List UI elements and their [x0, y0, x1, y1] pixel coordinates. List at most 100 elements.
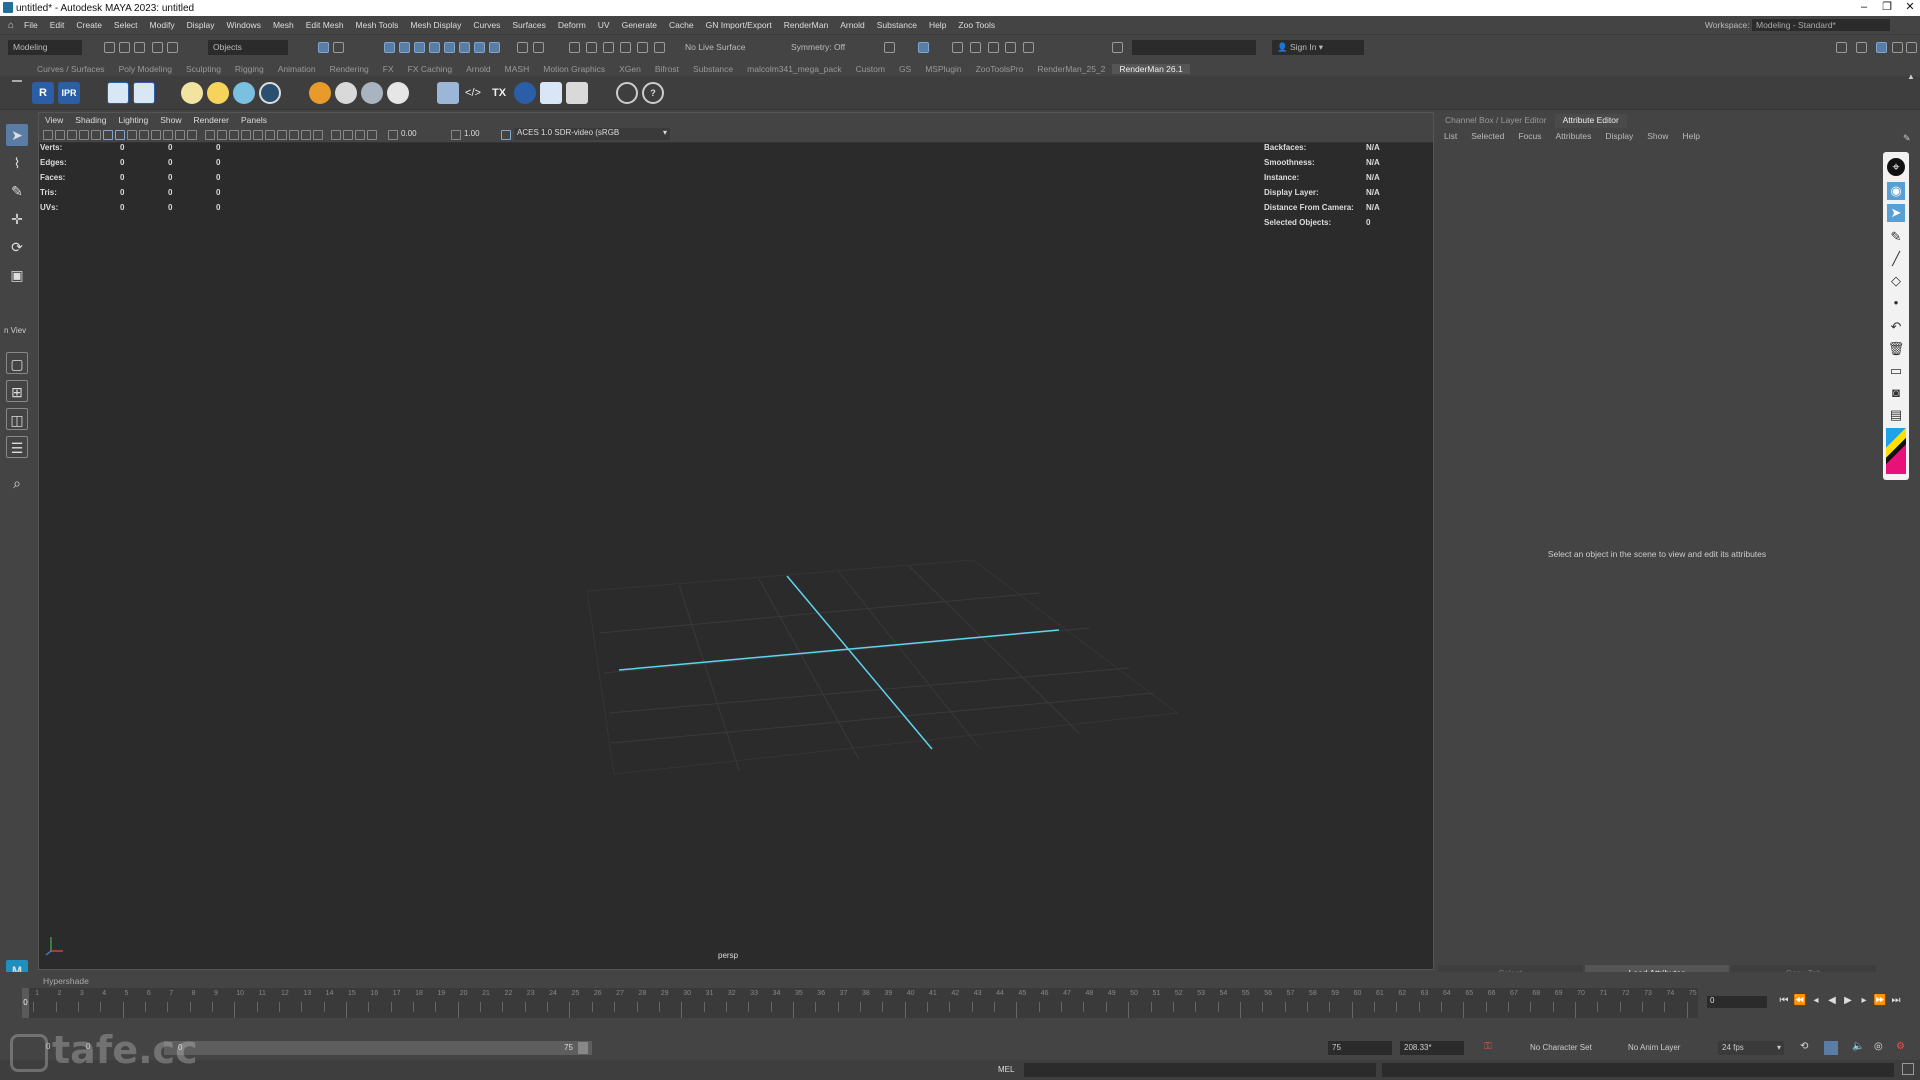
menu-renderman[interactable]: RenderMan	[778, 20, 834, 30]
menu-create[interactable]: Create	[70, 20, 108, 30]
select-tool-icon[interactable]: ➤	[6, 124, 28, 146]
pattern-icon[interactable]	[361, 82, 383, 104]
shelf-tab-animation[interactable]: Animation	[271, 64, 323, 74]
four-view-layout-icon[interactable]: ⊞	[6, 380, 28, 402]
dome-light-icon[interactable]	[181, 82, 203, 104]
shelf-tab-substance[interactable]: Substance	[686, 64, 740, 74]
two-view-layout-icon[interactable]: ◫	[6, 408, 28, 430]
snap-vertex-icon[interactable]	[489, 42, 500, 53]
snap-point-icon[interactable]	[414, 42, 425, 53]
menu-mesh-tools[interactable]: Mesh Tools	[350, 20, 405, 30]
end-time-field[interactable]: 75	[1328, 1041, 1392, 1055]
menu-edit-mesh[interactable]: Edit Mesh	[300, 20, 350, 30]
menu-edit[interactable]: Edit	[44, 20, 71, 30]
moon-icon[interactable]	[514, 82, 536, 104]
cursor-icon[interactable]: ➤	[1887, 204, 1905, 222]
single-perspective-layout-icon[interactable]: ▢	[6, 352, 28, 374]
command-input[interactable]	[1024, 1063, 1376, 1077]
render-settings-shelf-icon[interactable]	[133, 82, 155, 104]
menu-uv[interactable]: UV	[592, 20, 616, 30]
light-filter-icon[interactable]	[309, 82, 331, 104]
shelf-tab-mash[interactable]: MASH	[498, 64, 537, 74]
volume-aggregate-icon[interactable]	[437, 82, 459, 104]
menu-gn-import-export[interactable]: GN Import/Export	[700, 20, 778, 30]
go-to-end-icon[interactable]: ⏭	[1888, 995, 1904, 1006]
render-sequence-icon[interactable]	[970, 42, 981, 53]
sound-icon[interactable]: 🔈	[1852, 1041, 1864, 1052]
magnet-icon[interactable]	[620, 42, 631, 53]
input-icon[interactable]	[586, 42, 597, 53]
shelf-tab-malcolm-mega-pack[interactable]: malcolm341_mega_pack	[740, 64, 849, 74]
snap-grid-icon[interactable]	[384, 42, 395, 53]
step-forward-frame-icon[interactable]: ▸	[1856, 995, 1872, 1006]
shelf-tab-fx-caching[interactable]: FX Caching	[401, 64, 459, 74]
character-set-dropdown[interactable]: No Character Set	[1530, 1043, 1592, 1052]
outliner-layout-icon[interactable]: ☰	[6, 436, 28, 458]
renderman-render-icon[interactable]: R	[32, 82, 54, 104]
pin-icon[interactable]: ✎	[1903, 133, 1911, 144]
render-preview-icon[interactable]	[107, 82, 129, 104]
monitor-icon[interactable]: ▭	[1887, 362, 1905, 380]
current-frame-marker[interactable]: 0	[22, 988, 29, 1018]
render-settings-icon[interactable]	[988, 42, 999, 53]
line-icon[interactable]: ╱	[1887, 250, 1905, 268]
live-surface-field[interactable]: No Live Surface	[680, 40, 758, 55]
shelf-tab-fx[interactable]: FX	[376, 64, 401, 74]
marker-pin-icon[interactable]: ⌖	[1887, 158, 1905, 176]
symmetry-dropdown[interactable]: Symmetry: Off	[786, 40, 856, 55]
objects-dropdown[interactable]: Objects	[208, 40, 288, 55]
auto-key-icon[interactable]: ⚿	[1484, 1041, 1492, 1052]
select-object-icon[interactable]	[333, 42, 344, 53]
ae-menu-display[interactable]: Display	[1598, 130, 1640, 144]
mode-dropdown[interactable]: Modeling	[8, 40, 82, 55]
loop-icon[interactable]: ⟲	[1800, 1041, 1808, 1052]
shelf-tab-sculpting[interactable]: Sculpting	[179, 64, 228, 74]
fps-dropdown[interactable]: 24 fps ▾	[1718, 1041, 1784, 1055]
new-scene-icon[interactable]	[104, 42, 115, 53]
undo-strip-icon[interactable]: ↶	[1887, 318, 1905, 336]
eraser-icon[interactable]: ◇	[1887, 272, 1905, 290]
ae-menu-selected[interactable]: Selected	[1464, 130, 1511, 144]
snap-curve-icon[interactable]	[399, 42, 410, 53]
minimize-button[interactable]: –	[1852, 0, 1876, 16]
viewport-panel[interactable]: View Shading Lighting Show Renderer Pane…	[38, 112, 1434, 970]
script-icon[interactable]: </>	[462, 82, 484, 104]
lasso-tool-icon[interactable]: ⌇	[6, 152, 28, 174]
close-button[interactable]: ✕	[1898, 0, 1920, 16]
shelf-tab-bifrost[interactable]: Bifrost	[648, 64, 686, 74]
pause-icon[interactable]	[1023, 42, 1034, 53]
play-forwards-icon[interactable]: ▶	[1840, 995, 1856, 1006]
stats-icon[interactable]	[540, 82, 562, 104]
menu-file[interactable]: File	[18, 20, 44, 30]
home-icon[interactable]: ⌂	[0, 20, 18, 31]
workspace-dropdown[interactable]: Modeling - Standard*	[1752, 19, 1890, 31]
ae-menu-attributes[interactable]: Attributes	[1548, 130, 1598, 144]
shelf-tab-rendering[interactable]: Rendering	[323, 64, 376, 74]
area-light-icon[interactable]	[233, 82, 255, 104]
sun-light-icon[interactable]	[207, 82, 229, 104]
displacement-icon[interactable]	[387, 82, 409, 104]
construction-history-icon[interactable]	[569, 42, 580, 53]
shelf-tab-custom[interactable]: Custom	[849, 64, 892, 74]
panel-scroll-up-icon[interactable]: ▲	[1907, 72, 1915, 81]
channel-box-icon[interactable]	[1892, 42, 1903, 53]
shelf-tab-renderman-26[interactable]: RenderMan 26.1	[1112, 64, 1190, 74]
menu-deform[interactable]: Deform	[552, 20, 592, 30]
menu-windows[interactable]: Windows	[220, 20, 266, 30]
zoom-field[interactable]: 208.33*	[1400, 1041, 1464, 1055]
snap-surface-icon[interactable]	[444, 42, 455, 53]
lock-icon[interactable]	[517, 42, 528, 53]
menu-mesh[interactable]: Mesh	[267, 20, 300, 30]
snap-view-icon[interactable]	[429, 42, 440, 53]
search-icon[interactable]: ⌕	[6, 472, 28, 494]
menu-help[interactable]: Help	[923, 20, 952, 30]
camera-icon[interactable]: ◙	[1887, 384, 1905, 402]
preferences-icon[interactable]	[616, 82, 638, 104]
cache-playback-icon[interactable]: ◎	[1874, 1041, 1883, 1052]
sign-in-button[interactable]: 👤 Sign In ▾	[1272, 40, 1364, 55]
step-back-frame-icon[interactable]: ◂	[1808, 995, 1824, 1006]
eye-icon[interactable]: ◉	[1887, 182, 1905, 200]
menu-modify[interactable]: Modify	[144, 20, 181, 30]
open-scene-icon[interactable]	[119, 42, 130, 53]
material-icon[interactable]	[335, 82, 357, 104]
